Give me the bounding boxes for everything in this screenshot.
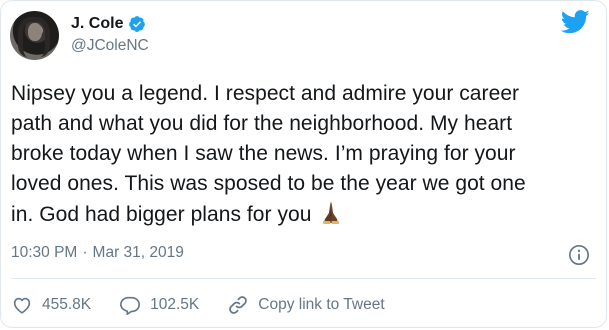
tweet-text-line: broke today when I saw the news. I’m pra… [11,142,516,165]
author-name-row[interactable]: J. Cole [71,14,146,34]
tweet-date[interactable]: Mar 31, 2019 [93,244,184,262]
like-count: 455.8K [42,296,92,313]
verified-badge-icon [129,16,146,32]
divider [11,278,596,279]
reply-bubble-icon [120,296,141,315]
copy-link-button[interactable]: Copy link to Tweet [227,294,385,316]
tweet-text-line-last: in. God had bigger plans for you [11,199,601,230]
tweet-text-line: path and what you did for the neighborho… [11,112,513,135]
copy-link-label: Copy link to Tweet [258,296,385,313]
twitter-bird-icon[interactable] [561,10,590,34]
heart-icon [13,297,31,314]
tweet-text: Nipsey you a legend. I respect and admir… [11,79,601,230]
tweet-text-line: in. God had bigger plans for you [11,203,312,226]
tweet-actions: 455.8K 102.5K Copy link to Tweet [11,293,413,317]
avatar-face [28,23,42,41]
info-icon[interactable] [568,244,590,266]
tweet-text-line: Nipsey you a legend. I respect and admir… [11,82,520,105]
author-handle[interactable]: @JColeNC [71,37,149,55]
reply-button[interactable]: 102.5K [119,294,199,316]
author-display-name[interactable]: J. Cole [71,15,123,33]
folded-hands-emoji-icon [323,201,340,224]
avatar[interactable] [10,11,59,60]
reply-count: 102.5K [150,296,200,313]
link-icon [229,296,248,314]
tweet-card: J. Cole @JColeNC Nipsey you a legend. I … [0,0,607,328]
tweet-time[interactable]: 10:30 PM [11,244,77,262]
tweet-text-line: loved ones. This was sposed to be the ye… [11,172,526,195]
like-button[interactable]: 455.8K [11,294,91,316]
meta-separator: · [82,244,88,261]
tweet-meta: 10:30 PM · Mar 31, 2019 [11,244,184,262]
